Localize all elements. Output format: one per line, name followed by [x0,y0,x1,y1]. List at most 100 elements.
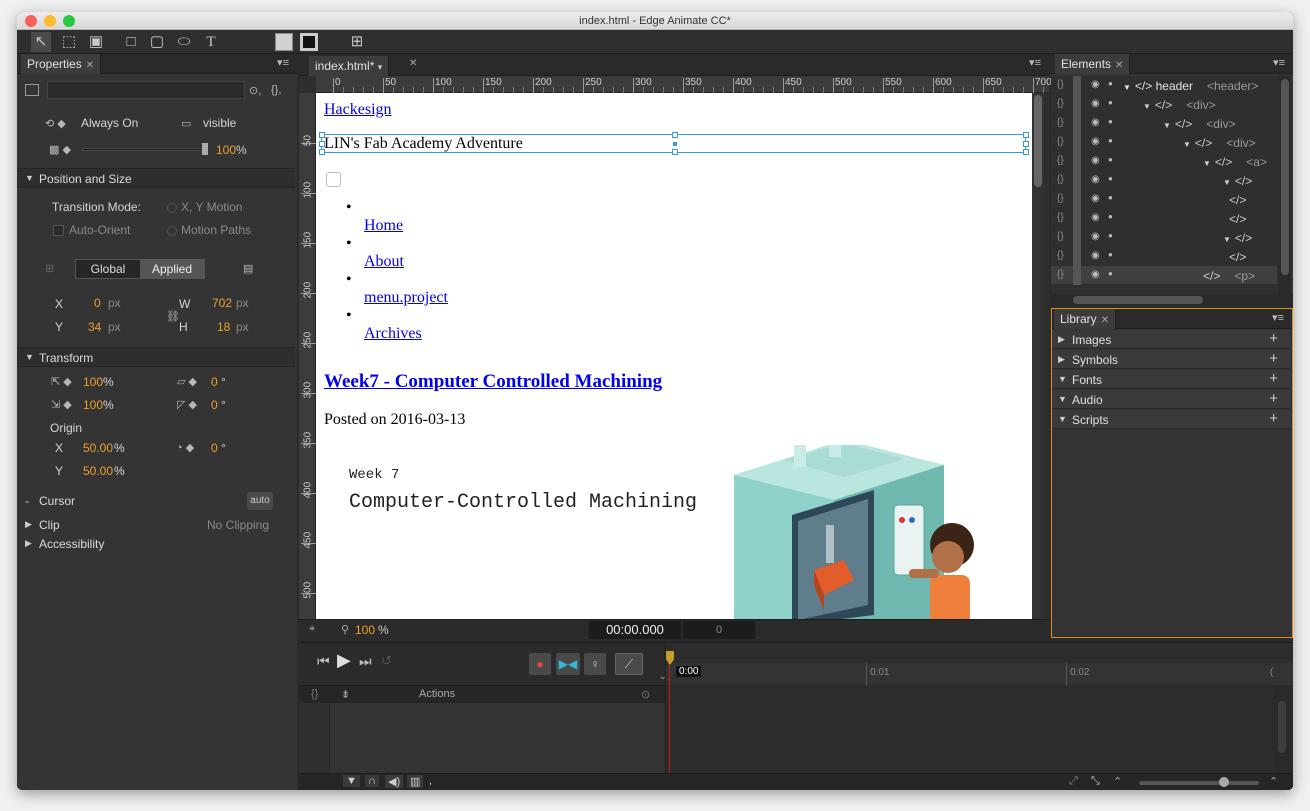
origin-x-value[interactable]: 50.00 [83,441,113,455]
pin-icon[interactable]: ♀ [584,653,606,675]
timeline-zoom-handle[interactable] [1219,777,1229,787]
eye-icon[interactable]: ◉ [1091,212,1100,223]
code-icon[interactable]: {} [1057,231,1064,242]
visibility-dot-icon[interactable]: ● [1108,269,1113,278]
element-row[interactable]: {} ◉ ● ▼ </> <div> [1051,114,1277,133]
link-icon[interactable]: ⛓ [166,310,180,323]
class-icon[interactable]: ⊙, [249,84,261,97]
zoom-out-icon[interactable]: ⌃ [1113,775,1122,788]
actions-row[interactable]: {} ⇟ Actions ⊙ [299,685,665,703]
visibility-dot-icon[interactable]: ● [1108,98,1113,107]
elements-h-scrollbar[interactable] [1051,294,1293,306]
origin-y-value[interactable]: 50.00 [83,464,113,478]
zoom-in-icon[interactable]: ⌃ [1269,775,1278,788]
timeline-zoom-slider[interactable] [1139,781,1259,785]
stage-canvas[interactable]: Hackesign LIN's Fab Academy Adventure • H… [316,93,1032,619]
w-value[interactable]: 702 [212,296,232,310]
go-to-end-icon[interactable]: ⏭ [359,653,372,670]
library-section-symbols[interactable]: ▶ Symbols + [1052,350,1290,369]
disclosure-triangle-icon[interactable]: ▼ [1223,235,1231,244]
close-icon[interactable]: ✕ [86,60,94,71]
applied-toggle-button[interactable]: Applied [140,260,204,278]
ellipse-tool-icon[interactable]: ⬭ [174,32,194,52]
visibility-dot-icon[interactable]: ● [1108,155,1113,164]
disclosure-triangle-icon[interactable]: ▼ [1203,159,1211,168]
stage-frame[interactable]: 0 [683,621,755,639]
x-value[interactable]: 0 [94,296,101,310]
overflow-dropdown[interactable]: visible [203,116,236,130]
audio-icon[interactable]: ◀) [385,775,404,788]
site-title-link[interactable]: Hackesign [324,101,392,119]
code-icon[interactable]: {} [1057,79,1064,90]
close-window-button[interactable] [25,15,37,27]
lock-column[interactable] [1073,152,1081,171]
code-icon[interactable]: {} [1057,193,1064,204]
go-to-start-icon[interactable]: ⏮ [317,653,330,670]
add-icon[interactable]: + [1269,370,1278,387]
cursor-section[interactable]: - Cursor auto [17,490,295,512]
display-dropdown[interactable]: Always On [81,116,138,130]
auto-keyframe-icon[interactable]: ● [529,653,551,675]
code-icon[interactable]: {} [311,688,318,700]
element-row[interactable]: {} ◉ ● ▼ </> <div> [1051,95,1277,114]
eye-icon[interactable]: ◉ [1091,231,1100,242]
y-value[interactable]: 34 [88,320,101,334]
visibility-dot-icon[interactable]: ● [1108,174,1113,183]
timeline-v-scroll-thumb[interactable] [1278,701,1286,753]
code-icon[interactable]: {} [1057,250,1064,261]
rotate-value[interactable]: 0 [211,441,218,455]
selection-handle[interactable] [1023,141,1029,147]
snap-icon[interactable]: ∩ [365,775,379,787]
lock-column[interactable] [1073,76,1081,95]
eye-icon[interactable]: ◉ [1091,136,1100,147]
eye-icon[interactable]: ◉ [1091,193,1100,204]
add-icon[interactable]: + [1269,330,1278,347]
eye-icon[interactable]: ◉ [1091,269,1100,280]
position-size-section[interactable]: ▼ Position and Size [17,168,295,188]
visibility-dot-icon[interactable]: ● [1108,193,1113,202]
element-row[interactable]: {} ◉ ● ▼ </> [1051,171,1277,190]
lock-column[interactable] [1073,209,1081,228]
anchor-grid-icon[interactable]: ⊞ [45,262,54,275]
selection-box[interactable] [319,132,1029,155]
eye-icon[interactable]: ◉ [1091,117,1100,128]
disclosure-triangle-icon[interactable]: ▼ [1143,102,1151,111]
eye-icon[interactable]: ◉ [1091,174,1100,185]
scale-x-value[interactable]: 100 [83,375,103,389]
fill-color-swatch[interactable] [275,33,293,51]
close-icon[interactable]: ✕ [1115,60,1123,71]
grid-icon[interactable]: ⊞ [347,32,367,52]
easing-icon[interactable]: ⟋ [615,653,643,675]
panel-menu-icon[interactable]: ▾≡ [1272,311,1284,324]
element-row[interactable]: {} ◉ ● ▼ </> <div> [1051,133,1277,152]
lock-column[interactable] [1073,228,1081,247]
eye-icon[interactable]: ◉ [1091,98,1100,109]
code-icon[interactable]: {}, [271,84,281,96]
rounded-rectangle-tool-icon[interactable]: ▢ [147,32,167,52]
element-id-input[interactable] [47,81,245,99]
lock-column[interactable] [1073,266,1081,285]
selection-handle[interactable] [1023,149,1029,155]
border-color-swatch[interactable] [300,33,318,51]
lock-column[interactable] [1073,133,1081,152]
play-icon[interactable]: ▶ [337,650,351,671]
lock-column[interactable] [1073,114,1081,133]
disclosure-triangle-icon[interactable]: ▼ [1123,83,1131,92]
selection-handle[interactable] [319,132,325,138]
disclosure-triangle-icon[interactable]: ▼ [1163,121,1171,130]
library-section-images[interactable]: ▶ Images + [1052,330,1290,349]
panel-menu-icon[interactable]: ▾≡ [277,56,289,69]
element-row[interactable]: {} ◉ ● </> <p> [1051,266,1277,285]
visibility-dot-icon[interactable]: ● [1108,117,1113,126]
expand-timeline-icon[interactable]: ⤡ [1091,775,1100,788]
menu-checkbox[interactable] [326,172,341,187]
options-icon[interactable]: , [429,775,432,787]
auto-orient-checkbox[interactable] [53,225,64,236]
visibility-dot-icon[interactable]: ● [1108,136,1113,145]
code-icon[interactable]: {} [1057,174,1064,185]
close-icon[interactable]: ✕ [409,58,417,69]
visibility-dot-icon[interactable]: ● [1108,250,1113,259]
stage-menu-icon[interactable]: ▾≡ [1029,56,1041,69]
add-icon[interactable]: + [1269,410,1278,427]
selection-handle[interactable] [319,149,325,155]
